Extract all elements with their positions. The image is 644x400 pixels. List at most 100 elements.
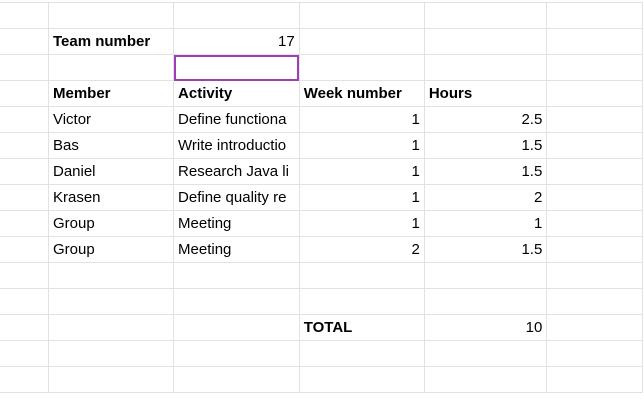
team-number-value[interactable]: 17 xyxy=(173,28,300,55)
cell[interactable] xyxy=(0,2,49,29)
table-row: Krasen Define quality re 1 2 xyxy=(0,184,643,211)
member-cell[interactable]: Krasen xyxy=(47,184,175,211)
week-cell[interactable]: 1 xyxy=(298,210,425,237)
selected-cell[interactable] xyxy=(173,54,300,81)
cell[interactable] xyxy=(0,28,49,55)
week-cell[interactable]: 1 xyxy=(298,132,425,159)
cell[interactable] xyxy=(546,158,643,185)
cell[interactable] xyxy=(0,106,49,133)
member-cell[interactable]: Daniel xyxy=(47,158,175,185)
cell[interactable] xyxy=(546,236,643,263)
cell[interactable] xyxy=(298,2,425,29)
cell[interactable] xyxy=(423,340,548,367)
cell[interactable] xyxy=(298,288,425,315)
cell[interactable] xyxy=(546,262,643,289)
cell[interactable] xyxy=(423,2,548,29)
cell[interactable] xyxy=(47,340,175,367)
week-cell[interactable]: 1 xyxy=(298,158,425,185)
cell[interactable] xyxy=(0,132,49,159)
cell[interactable] xyxy=(0,288,49,315)
activity-cell[interactable]: Meeting xyxy=(173,236,300,263)
cell[interactable] xyxy=(298,366,425,393)
cell[interactable] xyxy=(423,366,548,393)
cell[interactable] xyxy=(423,54,548,81)
cell[interactable] xyxy=(298,340,425,367)
cell[interactable] xyxy=(546,184,643,211)
cell[interactable] xyxy=(546,288,643,315)
cell[interactable] xyxy=(546,106,643,133)
sheet-row xyxy=(0,54,643,81)
cell[interactable] xyxy=(47,262,175,289)
hours-cell[interactable]: 2 xyxy=(423,184,548,211)
cell[interactable] xyxy=(546,314,643,341)
cell[interactable] xyxy=(546,366,643,393)
cell[interactable] xyxy=(423,288,548,315)
table-row: Group Meeting 2 1.5 xyxy=(0,236,643,263)
header-member[interactable]: Member xyxy=(47,80,175,107)
cell[interactable] xyxy=(546,2,643,29)
week-cell[interactable]: 1 xyxy=(298,184,425,211)
table-row: Group Meeting 1 1 xyxy=(0,210,643,237)
header-activity[interactable]: Activity xyxy=(173,80,300,107)
cell[interactable] xyxy=(173,340,300,367)
cell[interactable] xyxy=(546,132,643,159)
member-cell[interactable]: Bas xyxy=(47,132,175,159)
sheet-row xyxy=(0,2,643,29)
cell[interactable] xyxy=(0,184,49,211)
cell[interactable] xyxy=(0,210,49,237)
spreadsheet-grid: Team number 17 Member Activity Week number Ho… xyxy=(0,2,643,393)
cell[interactable] xyxy=(546,340,643,367)
cell[interactable] xyxy=(0,340,49,367)
activity-cell[interactable]: Research Java li xyxy=(173,158,300,185)
week-cell[interactable]: 1 xyxy=(298,106,425,133)
cell[interactable] xyxy=(47,288,175,315)
cell[interactable] xyxy=(173,288,300,315)
cell[interactable] xyxy=(546,80,643,107)
activity-cell[interactable]: Write introductio xyxy=(173,132,300,159)
cell[interactable] xyxy=(298,262,425,289)
week-cell[interactable]: 2 xyxy=(298,236,425,263)
cell[interactable] xyxy=(298,28,425,55)
cell[interactable] xyxy=(0,314,49,341)
cell[interactable] xyxy=(173,2,300,29)
hours-cell[interactable]: 1.5 xyxy=(423,132,548,159)
cell[interactable] xyxy=(546,28,643,55)
header-week-number[interactable]: Week number xyxy=(298,80,425,107)
cell[interactable] xyxy=(0,80,49,107)
activity-cell[interactable]: Define functiona xyxy=(173,106,300,133)
hours-cell[interactable]: 1 xyxy=(423,210,548,237)
member-cell[interactable]: Group xyxy=(47,236,175,263)
table-row: Victor Define functiona 1 2.5 xyxy=(0,106,643,133)
cell[interactable] xyxy=(0,262,49,289)
cell[interactable] xyxy=(47,54,175,81)
cell[interactable] xyxy=(173,366,300,393)
cell[interactable] xyxy=(47,366,175,393)
team-number-label[interactable]: Team number xyxy=(47,28,175,55)
hours-cell[interactable]: 1.5 xyxy=(423,158,548,185)
member-cell[interactable]: Victor xyxy=(47,106,175,133)
cell[interactable] xyxy=(546,54,643,81)
cell[interactable] xyxy=(423,28,548,55)
activity-cell[interactable]: Define quality re xyxy=(173,184,300,211)
cell[interactable] xyxy=(0,236,49,263)
cell[interactable] xyxy=(47,314,175,341)
total-value[interactable]: 10 xyxy=(423,314,548,341)
cell[interactable] xyxy=(298,54,425,81)
hours-cell[interactable]: 1.5 xyxy=(423,236,548,263)
member-cell[interactable]: Group xyxy=(47,210,175,237)
cell[interactable] xyxy=(546,210,643,237)
cell[interactable] xyxy=(0,54,49,81)
cell[interactable] xyxy=(0,366,49,393)
header-hours[interactable]: Hours xyxy=(423,80,548,107)
table-row: Daniel Research Java li 1 1.5 xyxy=(0,158,643,185)
cell[interactable] xyxy=(47,2,175,29)
cell[interactable] xyxy=(423,262,548,289)
hours-cell[interactable]: 2.5 xyxy=(423,106,548,133)
sheet-row: Team number 17 xyxy=(0,28,643,55)
sheet-row: TOTAL 10 xyxy=(0,314,643,341)
total-label[interactable]: TOTAL xyxy=(298,314,425,341)
cell[interactable] xyxy=(173,262,300,289)
cell[interactable] xyxy=(0,158,49,185)
activity-cell[interactable]: Meeting xyxy=(173,210,300,237)
cell[interactable] xyxy=(173,314,300,341)
